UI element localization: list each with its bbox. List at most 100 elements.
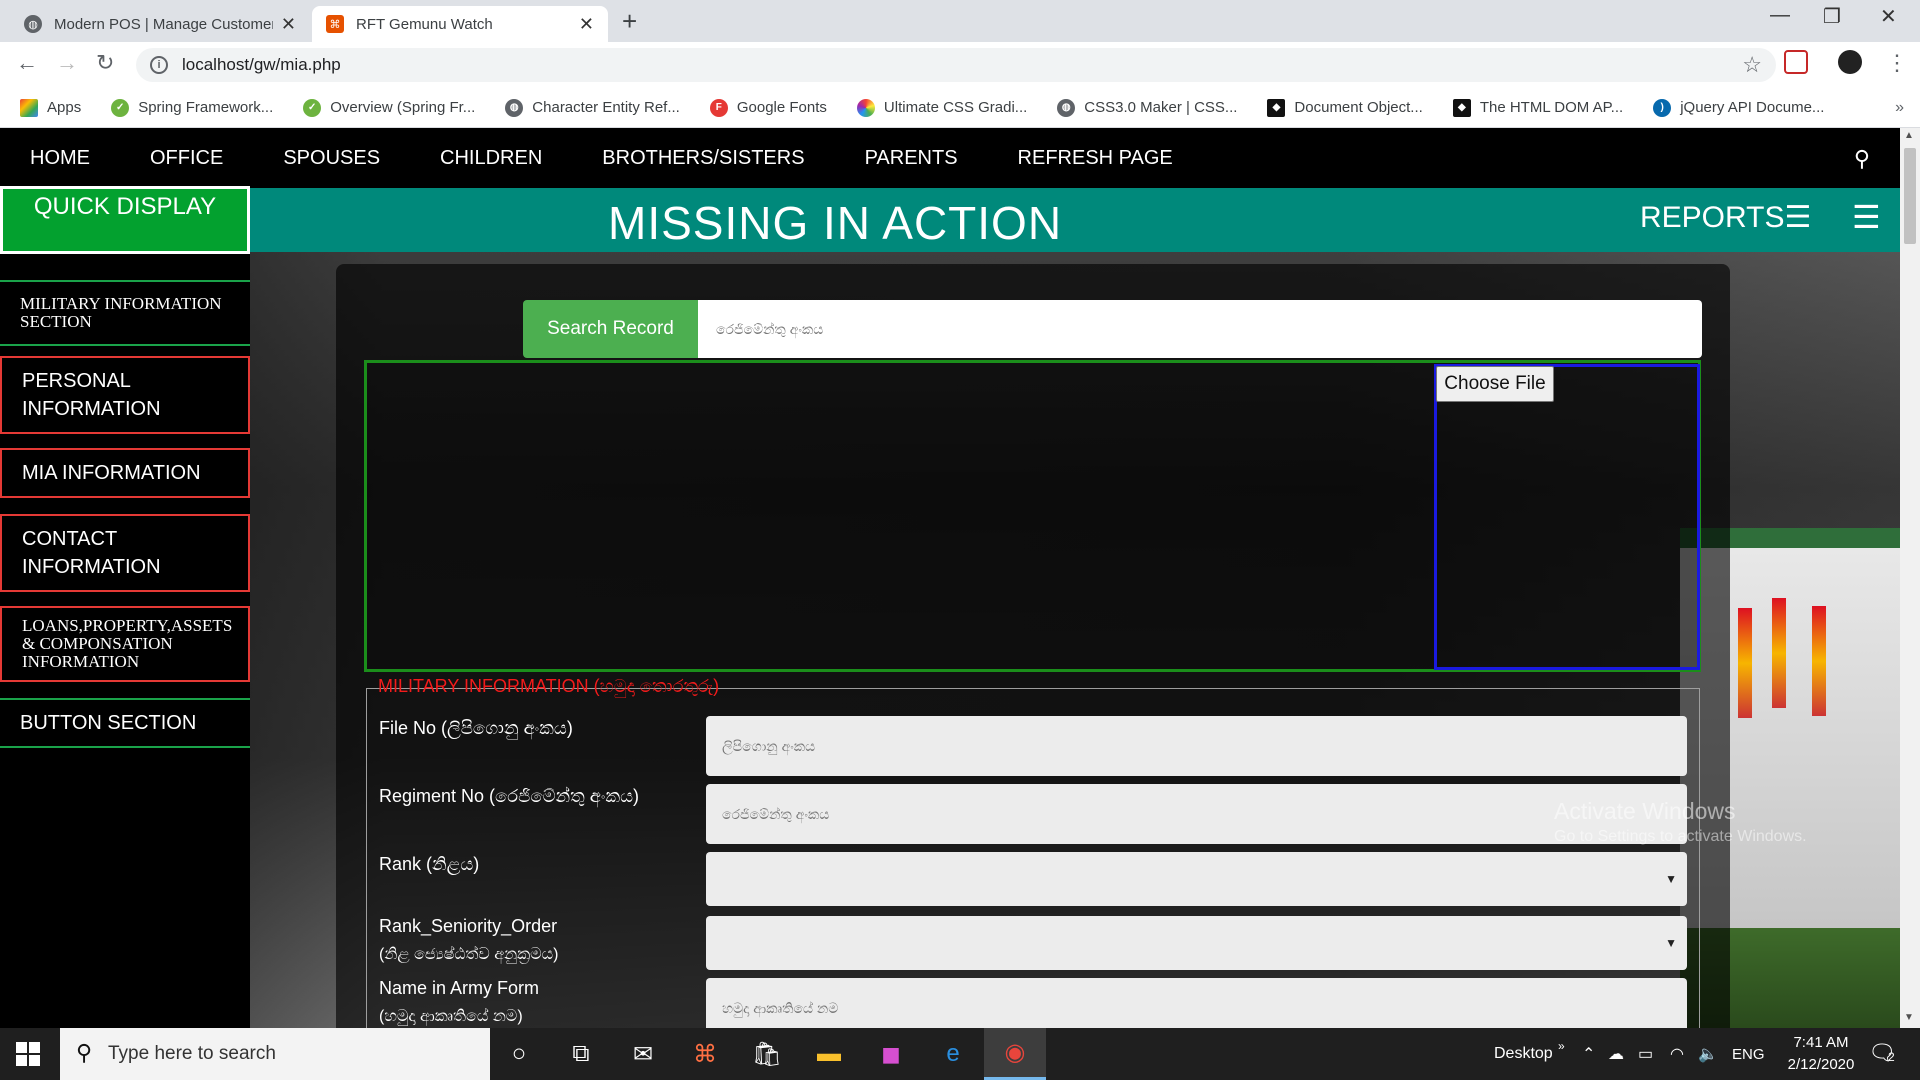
nav-office[interactable]: OFFICE <box>150 147 223 170</box>
desktop-toolbar-label[interactable]: Desktop <box>1494 1028 1553 1080</box>
globe-icon: ◍ <box>505 98 524 117</box>
search-icon[interactable]: ⚲ <box>1854 146 1870 172</box>
minimize-icon[interactable]: — <box>1770 4 1790 27</box>
nav-home[interactable]: HOME <box>30 147 90 170</box>
close-tab-icon[interactable]: ✕ <box>579 14 594 35</box>
search-record-button[interactable]: Search Record <box>523 300 698 358</box>
activate-windows-watermark: Activate Windows <box>1554 798 1736 824</box>
nav-spouses[interactable]: SPOUSES <box>283 147 380 170</box>
rank-seniority-select[interactable]: ▼ <box>706 916 1687 970</box>
reload-icon[interactable]: ↻ <box>96 50 114 76</box>
sidebar-item-loans-property[interactable]: LOANS,PROPERTY,ASSETS & COMPONSATION INF… <box>0 606 250 682</box>
scroll-up-arrow-icon[interactable]: ▲ <box>1904 130 1914 141</box>
address-bar[interactable]: i localhost/gw/mia.php ☆ <box>136 48 1776 82</box>
regiment-search-input[interactable]: රෙජිමේන්තු අංකය <box>698 300 1702 358</box>
sidebar-item-mia-information[interactable]: MIA INFORMATION <box>0 448 250 498</box>
profile-avatar[interactable] <box>1838 50 1862 74</box>
tray-overflow-icon[interactable]: ⌃ <box>1582 1028 1595 1080</box>
close-window-icon[interactable]: ✕ <box>1880 4 1897 29</box>
sidebar: MILITARY INFORMATION SECTION PERSONAL IN… <box>0 254 250 1028</box>
nav-children[interactable]: CHILDREN <box>440 147 542 170</box>
bookmark-star-icon[interactable]: ☆ <box>1742 52 1762 78</box>
restore-icon[interactable]: ❐ <box>1823 4 1841 29</box>
file-no-input[interactable]: ලිපිගොනු අංකය <box>706 716 1687 776</box>
dropdown-caret-icon: ▼ <box>1665 872 1677 886</box>
new-tab-button[interactable]: + <box>622 6 637 37</box>
store-icon[interactable]: 🛍 <box>736 1028 798 1080</box>
chrome-icon[interactable]: ◉ <box>984 1028 1046 1080</box>
page-banner: MISSING IN ACTION REPORTS☰ ☰ <box>0 188 1900 252</box>
taskbar-search-box[interactable]: ⚲ Type here to search <box>60 1028 490 1080</box>
google-fonts-icon: F <box>709 98 728 117</box>
bookmark-spring-overview[interactable]: ✓ Overview (Spring Fr... <box>303 98 475 117</box>
browser-menu-icon[interactable]: ⋮ <box>1886 50 1908 76</box>
notification-count-badge: 2 <box>1888 1050 1895 1064</box>
volume-icon[interactable]: 🔈 <box>1698 1028 1718 1080</box>
scroll-down-arrow-icon[interactable]: ▼ <box>1904 1012 1914 1023</box>
bookmark-character-entity[interactable]: ◍ Character Entity Ref... <box>505 98 680 117</box>
nav-parents[interactable]: PARENTS <box>865 147 958 170</box>
bookmark-document-object[interactable]: ◆ Document Object... <box>1267 98 1423 117</box>
clock-time: 7:41 AM <box>1793 1034 1849 1051</box>
scrollbar-thumb[interactable] <box>1904 148 1916 244</box>
mdn-icon: ◆ <box>1267 98 1286 117</box>
edge-icon[interactable]: e <box>922 1028 984 1080</box>
photo-upload-box[interactable] <box>1434 364 1700 670</box>
w3-icon: ◆ <box>1452 98 1471 117</box>
back-icon[interactable]: ← <box>16 50 38 76</box>
sidebar-item-personal-information[interactable]: PERSONAL INFORMATION <box>0 356 250 434</box>
file-no-label: File No (ලිපිගොනු අංකය) <box>379 718 573 738</box>
bookmark-spring-framework[interactable]: ✓ Spring Framework... <box>111 98 273 117</box>
globe-icon: ◍ <box>1057 98 1076 117</box>
close-tab-icon[interactable]: ✕ <box>281 14 296 35</box>
system-clock[interactable]: 7:41 AM 2/12/2020 <box>1766 1032 1876 1076</box>
mail-icon[interactable]: ✉ <box>612 1028 674 1080</box>
windows-start-icon[interactable] <box>16 1042 40 1066</box>
rank-label: Rank (නිළය) <box>379 854 480 874</box>
sidebar-item-military-information[interactable]: MILITARY INFORMATION SECTION <box>0 280 250 346</box>
pocket-extension-icon[interactable] <box>1784 50 1808 74</box>
browser-tab[interactable]: ◍ Modern POS | Manage Customer ✕ <box>10 6 310 42</box>
nav-refresh-page[interactable]: REFRESH PAGE <box>1018 147 1173 170</box>
quick-display-button[interactable]: QUICK DISPLAY <box>0 186 250 254</box>
desktop-toolbar-expand-icon[interactable]: » <box>1558 1020 1565 1072</box>
bookmark-css-gradient[interactable]: Ultimate CSS Gradi... <box>856 98 1027 117</box>
cortana-icon[interactable]: ○ <box>488 1028 550 1080</box>
bookmark-css3-maker[interactable]: ◍ CSS3.0 Maker | CSS... <box>1057 98 1237 117</box>
intellij-icon[interactable]: ◼ <box>860 1028 922 1080</box>
nav-brothers-sisters[interactable]: BROTHERS/SISTERS <box>602 147 804 170</box>
task-view-icon[interactable]: ⧉ <box>550 1028 612 1080</box>
background-flag <box>1772 598 1786 708</box>
army-form-name-input[interactable]: හමුදා ආකෘතියේ නම <box>706 978 1687 1028</box>
info-icon[interactable]: i <box>150 56 168 74</box>
language-indicator[interactable]: ENG <box>1732 1028 1765 1080</box>
wifi-icon[interactable]: ◠ <box>1670 1028 1684 1080</box>
bookmarks-bar: Apps ✓ Spring Framework... ✓ Overview (S… <box>0 88 1920 128</box>
reports-menu-button[interactable]: REPORTS☰ <box>1640 200 1811 235</box>
onedrive-icon[interactable]: ☁ <box>1608 1028 1624 1080</box>
browser-tab-active[interactable]: ⌘ RFT Gemunu Watch ✕ <box>312 6 608 42</box>
page-scrollbar[interactable]: ▲ ▼ <box>1900 128 1920 1028</box>
sidebar-item-button-section[interactable]: BUTTON SECTION <box>0 698 250 748</box>
regiment-no-input[interactable]: රෙජිමේන්තු අංකය <box>706 784 1687 844</box>
bookmark-html-dom-api[interactable]: ◆ The HTML DOM AP... <box>1452 98 1623 117</box>
sidebar-item-contact-information[interactable]: CONTACT INFORMATION <box>0 514 250 592</box>
page-title: MISSING IN ACTION <box>608 197 1063 249</box>
web-page: HOME OFFICE SPOUSES CHILDREN BROTHERS/SI… <box>0 128 1920 1028</box>
battery-icon[interactable]: ▭ <box>1638 1028 1653 1080</box>
bookmark-jquery-api[interactable]: ) jQuery API Docume... <box>1653 98 1824 117</box>
rank-select[interactable]: ▼ <box>706 852 1687 906</box>
forward-icon[interactable]: → <box>56 50 78 76</box>
html-editor-icon[interactable]: ⌘ <box>674 1028 736 1080</box>
file-explorer-icon[interactable]: ▬ <box>798 1028 860 1080</box>
bookmarks-overflow-icon[interactable]: » <box>1895 99 1904 117</box>
bookmark-google-fonts[interactable]: F Google Fonts <box>709 98 827 117</box>
apps-grid-icon <box>20 98 38 117</box>
hamburger-menu-icon[interactable]: ☰ <box>1852 198 1881 236</box>
bookmark-apps[interactable]: Apps <box>20 98 81 117</box>
background-flag <box>1812 606 1826 716</box>
choose-file-button[interactable]: Choose File <box>1436 366 1554 402</box>
tab-title: RFT Gemunu Watch <box>356 15 493 33</box>
gradient-icon <box>856 98 875 117</box>
url-text: localhost/gw/mia.php <box>182 55 341 74</box>
